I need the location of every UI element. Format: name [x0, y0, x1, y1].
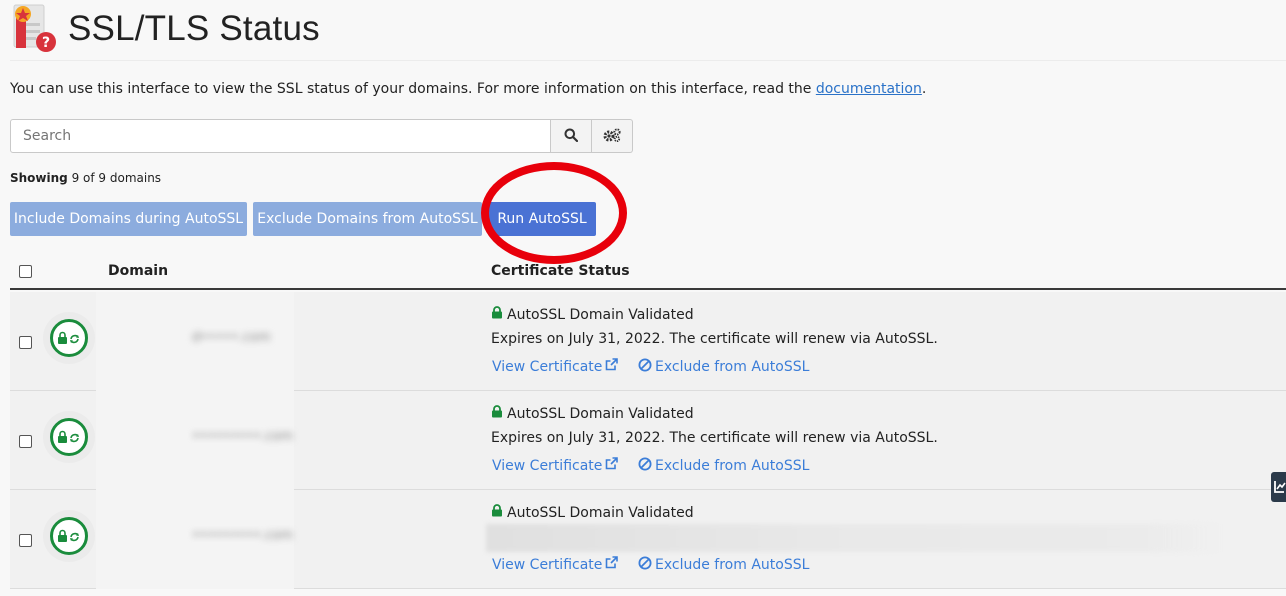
cogs-icon	[602, 127, 622, 146]
showing-count-text: 9 of 9 domains	[67, 171, 162, 185]
run-autossl-button[interactable]: Run AutoSSL	[488, 202, 596, 236]
view-certificate-label: View Certificate	[492, 556, 603, 573]
exclude-from-autossl-link[interactable]: Exclude from AutoSSL	[638, 358, 809, 376]
row-checkbox[interactable]	[19, 435, 32, 448]
exclude-from-autossl-link[interactable]: Exclude from AutoSSL	[638, 457, 809, 475]
exclude-from-autossl-label: Exclude from AutoSSL	[655, 458, 810, 474]
search-settings-button[interactable]	[592, 119, 633, 153]
certificate-status: AutoSSL Domain Validated	[491, 306, 694, 323]
ban-icon	[638, 457, 652, 475]
page-title: SSL/TLS Status	[68, 9, 320, 48]
row-checkbox[interactable]	[19, 336, 32, 349]
page-header: ? SSL/TLS Status	[10, 0, 1286, 61]
search-input[interactable]	[10, 119, 551, 153]
lock-icon	[491, 504, 503, 521]
redacted-expiry	[486, 524, 1220, 552]
domain-name: d•••••.com	[192, 330, 271, 345]
ban-icon	[638, 358, 652, 376]
view-certificate-label: View Certificate	[492, 457, 603, 474]
domain-name: •••••••••.com	[192, 429, 293, 444]
domain-cell: •••••••••.com	[96, 391, 294, 490]
include-domains-button[interactable]: Include Domains during AutoSSL	[10, 202, 247, 236]
table-row: d•••••.com AutoSSL Domain Validated Expi…	[10, 292, 1286, 391]
lock-icon	[491, 405, 503, 422]
intro-text: You can use this interface to view the S…	[10, 81, 926, 97]
search-bar	[10, 119, 633, 153]
svg-text:?: ?	[42, 35, 50, 51]
documentation-link[interactable]: documentation	[816, 81, 922, 97]
domain-cell: •••••••••.com	[96, 490, 294, 589]
certificate-status: AutoSSL Domain Validated	[491, 405, 694, 422]
view-certificate-link[interactable]: View Certificate	[492, 358, 619, 375]
ssl-status-icon	[43, 510, 95, 562]
table-row: •••••••••.com AutoSSL Domain Validated E…	[10, 391, 1286, 490]
select-all-checkbox[interactable]	[19, 265, 32, 278]
ssl-status-icon	[43, 312, 95, 364]
ssl-certificate-question-icon: ?	[12, 3, 58, 53]
ban-icon	[638, 556, 652, 574]
external-link-icon	[605, 556, 619, 573]
expiry-text: Expires on July 31, 2022. The certificat…	[491, 331, 938, 347]
table-header: Domain Certificate Status	[10, 255, 1286, 290]
intro-text-main: You can use this interface to view the S…	[10, 81, 816, 97]
view-certificate-link[interactable]: View Certificate	[492, 457, 619, 474]
intro-text-end: .	[921, 81, 927, 97]
ssl-status-icon	[43, 411, 95, 463]
table-row: •••••••••.com AutoSSL Domain Validated V…	[10, 490, 1286, 589]
view-certificate-label: View Certificate	[492, 358, 603, 375]
exclude-from-autossl-label: Exclude from AutoSSL	[655, 359, 810, 375]
search-icon	[564, 127, 579, 146]
exclude-domains-button[interactable]: Exclude Domains from AutoSSL	[253, 202, 482, 236]
domain-cell: d•••••.com	[96, 292, 294, 391]
domain-count: Showing 9 of 9 domains	[10, 171, 161, 185]
certificate-status: AutoSSL Domain Validated	[491, 504, 694, 521]
status-text: AutoSSL Domain Validated	[507, 405, 694, 422]
domain-name: •••••••••.com	[192, 528, 293, 543]
expiry-text: Expires on July 31, 2022. The certificat…	[491, 430, 938, 446]
status-text: AutoSSL Domain Validated	[507, 504, 694, 521]
exclude-from-autossl-label: Exclude from AutoSSL	[655, 557, 810, 573]
showing-label: Showing	[10, 171, 68, 185]
row-checkbox[interactable]	[19, 534, 32, 547]
column-header-domain: Domain	[108, 263, 169, 279]
status-text: AutoSSL Domain Validated	[507, 306, 694, 323]
external-link-icon	[605, 358, 619, 375]
view-certificate-link[interactable]: View Certificate	[492, 556, 619, 573]
chart-icon[interactable]	[1271, 472, 1286, 502]
external-link-icon	[605, 457, 619, 474]
search-button[interactable]	[551, 119, 592, 153]
lock-icon	[491, 306, 503, 323]
column-header-certificate-status: Certificate Status	[491, 263, 630, 279]
exclude-from-autossl-link[interactable]: Exclude from AutoSSL	[638, 556, 809, 574]
